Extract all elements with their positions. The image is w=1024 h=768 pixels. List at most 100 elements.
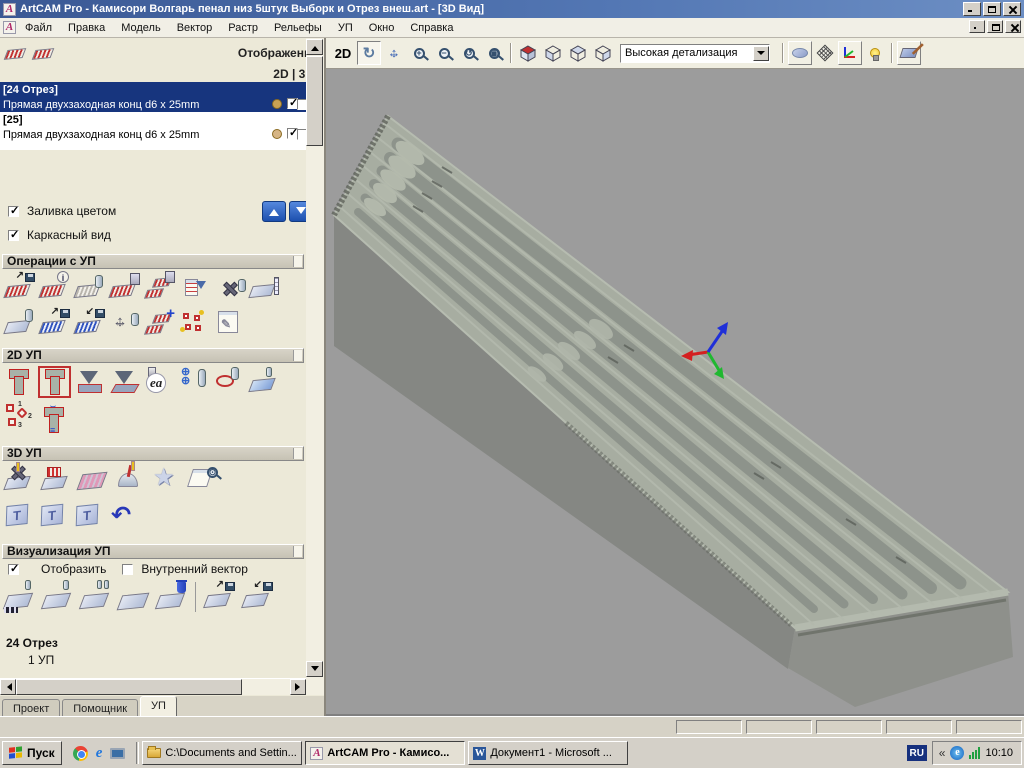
machine-2d-relief-icon[interactable] [247, 365, 282, 399]
merge-toolpaths-icon[interactable]: + [142, 307, 177, 341]
bridges-icon[interactable]: ⌣≡ [37, 401, 72, 435]
restore-button[interactable] [983, 2, 1001, 16]
detail-level-select[interactable]: Высокая детализация [620, 44, 770, 63]
fill-color-checkbox[interactable] [8, 206, 19, 217]
chrome-icon[interactable] [73, 746, 88, 761]
origin-toggle-icon[interactable] [838, 41, 862, 65]
inner-vector-checkbox[interactable] [122, 564, 133, 575]
language-indicator[interactable]: RU [907, 745, 927, 761]
scroll-left-button[interactable] [0, 679, 16, 695]
taskbar-item-artcam[interactable]: A ArtCAM Pro - Камисо... [305, 741, 465, 765]
material-setup-icon[interactable] [247, 271, 282, 305]
zoom-previous-icon[interactable]: ↺ [457, 41, 481, 65]
create-block-icon[interactable] [2, 307, 37, 341]
menu-window[interactable]: Окно [362, 20, 402, 36]
toolpath-notes-icon[interactable] [177, 271, 212, 305]
detail-dropdown-button[interactable] [753, 46, 769, 61]
calculate-toolpath-icon[interactable] [107, 271, 142, 305]
tree-item-group[interactable]: [24 Отрез] [0, 82, 306, 97]
wireframe-checkbox[interactable] [8, 230, 19, 241]
menu-raster[interactable]: Растр [221, 20, 265, 36]
toolpath-template-icon[interactable]: ✎ [212, 307, 247, 341]
view-front-icon[interactable] [541, 41, 565, 65]
smart-engraving-icon[interactable]: ea [142, 365, 177, 399]
bevel-carving-icon[interactable] [107, 365, 142, 399]
lighting-toggle-icon[interactable] [863, 41, 887, 65]
tool-database-icon[interactable] [212, 271, 247, 305]
save-toolpath-icon[interactable]: ↗ [2, 271, 37, 305]
section-simulation[interactable]: Визуализация УП [2, 544, 304, 559]
zoom-in-icon[interactable]: + [407, 41, 431, 65]
internet-explorer-icon[interactable]: e [96, 745, 103, 762]
simulate-toolpath-control-icon[interactable] [2, 580, 37, 614]
texture-shading-icon[interactable] [897, 41, 921, 65]
shaded-view-icon[interactable] [788, 41, 812, 65]
circular-engraving-icon[interactable] [212, 365, 247, 399]
machine-relief-tile-1-icon[interactable]: T [2, 499, 37, 533]
3d-cut-out-icon[interactable] [113, 463, 148, 497]
taskbar-item-explorer[interactable]: C:\Documents and Settin... [142, 741, 302, 765]
hscroll-thumb[interactable] [16, 679, 242, 695]
laser-relief-icon[interactable] [39, 463, 74, 497]
menu-model[interactable]: Модель [114, 20, 167, 36]
zoom-extents-icon[interactable]: ▣ [482, 41, 506, 65]
vscroll-thumb[interactable] [306, 56, 323, 146]
section-3d-toolpaths[interactable]: 3D УП [2, 446, 304, 461]
zoom-out-icon[interactable]: − [432, 41, 456, 65]
tree-item-toolpath[interactable]: Прямая двухзаходная конц d6 x 25mm [0, 127, 306, 142]
child-restore-button[interactable] [987, 20, 1003, 33]
save-simulation-icon[interactable]: ↗ [202, 580, 237, 614]
wireframe-view-icon[interactable] [813, 41, 837, 65]
v-bit-carving-icon[interactable] [72, 365, 107, 399]
load-toolpath-file-icon[interactable]: ↙ [72, 307, 107, 341]
tree-item-group[interactable]: [25] [0, 112, 306, 127]
load-simulation-icon[interactable]: ↙ [240, 580, 275, 614]
toolpath-thumbnail-icon[interactable] [32, 41, 64, 75]
z-level-roughing-icon[interactable] [76, 463, 111, 497]
taskbar-item-word[interactable]: W Документ1 - Microsoft ... [468, 741, 628, 765]
vertical-scrollbar[interactable] [306, 38, 324, 695]
child-close-button[interactable] [1005, 20, 1021, 33]
view-top-icon[interactable] [566, 41, 590, 65]
drilling-icon[interactable]: ⊕⊕ [177, 365, 212, 399]
transform-toolpath-icon[interactable]: ↔↕ [107, 307, 142, 341]
drill-bank-icon[interactable]: 123 [2, 401, 37, 435]
section-2d-toolpaths[interactable]: 2D УП [2, 348, 304, 363]
menu-toolpaths[interactable]: УП [331, 20, 360, 36]
area-clearance-icon[interactable] [37, 365, 72, 399]
horizontal-scrollbar[interactable] [0, 678, 306, 695]
batch-calculate-icon[interactable] [142, 271, 177, 305]
scroll-up-button[interactable] [306, 39, 323, 55]
machine-relief-tile-3-icon[interactable]: T [72, 499, 107, 533]
close-button[interactable] [1003, 2, 1021, 16]
feature-machining-icon[interactable]: ★ [150, 463, 185, 497]
show-desktop-icon[interactable] [110, 748, 125, 759]
tab-toolpaths[interactable]: УП [140, 696, 177, 718]
simulate-toolpath-icon[interactable] [40, 580, 75, 614]
machine-relief-icon[interactable] [2, 463, 37, 497]
view-isometric-icon[interactable] [516, 41, 540, 65]
view-corner-icon[interactable] [591, 41, 615, 65]
3d-viewport[interactable] [326, 69, 1024, 714]
show-simulation-checkbox[interactable] [8, 564, 19, 575]
copy-toolpath-icon[interactable] [72, 271, 107, 305]
move-up-button[interactable] [262, 201, 286, 222]
tray-app-icon[interactable]: e [950, 746, 964, 760]
2d-view-button[interactable]: 2D [330, 41, 356, 65]
pan-view-icon[interactable]: ↔↕ [382, 41, 406, 65]
scroll-right-button[interactable] [290, 679, 306, 695]
menu-file[interactable]: Файл [18, 20, 59, 36]
menu-vector[interactable]: Вектор [170, 20, 220, 36]
profile-icon[interactable] [2, 365, 37, 399]
tree-item-toolpath[interactable]: Прямая двухзаходная конц d6 x 25mm [0, 97, 306, 112]
network-signal-icon[interactable] [969, 747, 980, 759]
reset-block-icon[interactable] [116, 580, 151, 614]
section-operations[interactable]: Операции с УП [2, 254, 304, 269]
delete-simulation-icon[interactable] [154, 580, 189, 614]
menu-edit[interactable]: Правка [61, 20, 112, 36]
save-toolpath-file-icon[interactable]: ↗ [37, 307, 72, 341]
undo-machining-icon[interactable]: ↶ [107, 499, 142, 533]
menu-reliefs[interactable]: Рельефы [267, 20, 329, 36]
tray-chevron[interactable]: « [939, 746, 946, 760]
child-minimize-button[interactable] [969, 20, 985, 33]
